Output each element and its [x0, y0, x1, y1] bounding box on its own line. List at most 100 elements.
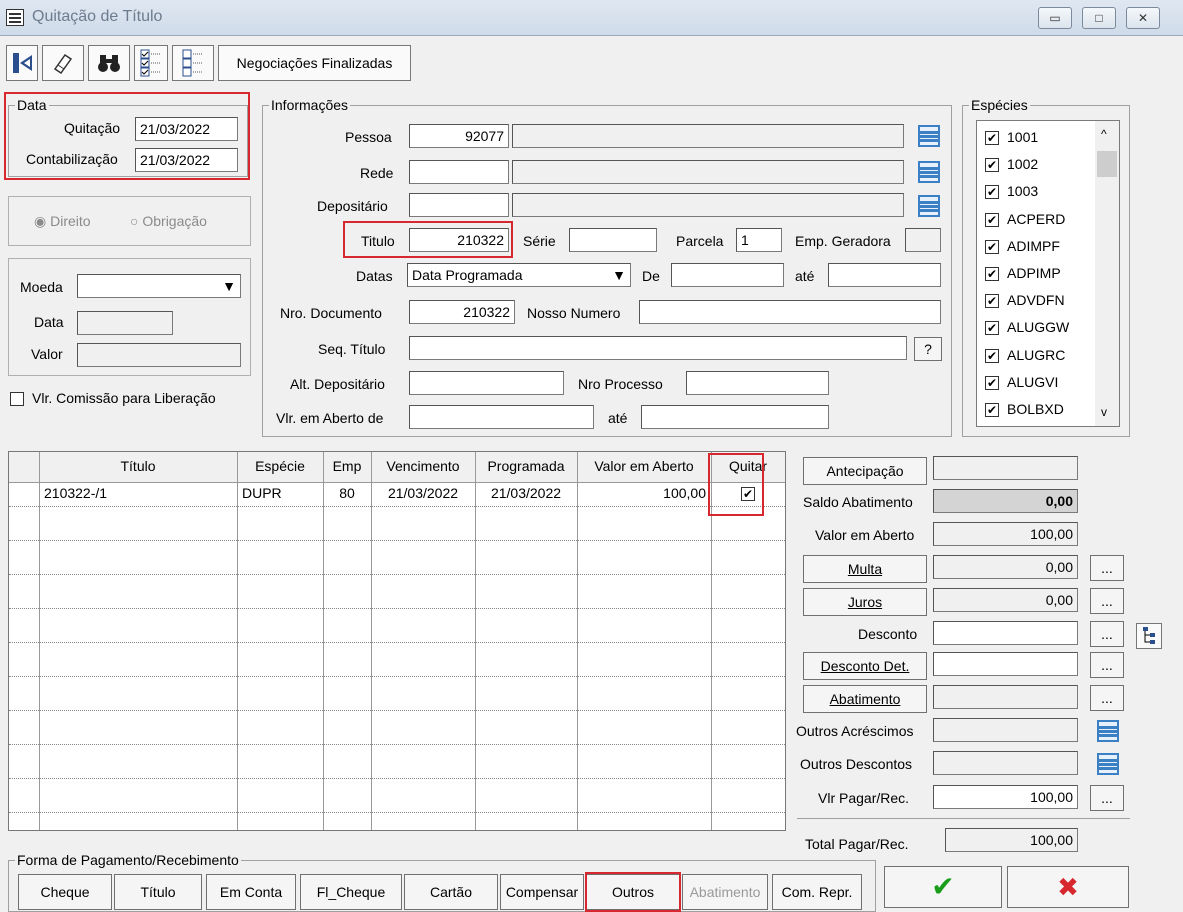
especie-checkbox[interactable]: ✔: [985, 212, 999, 227]
especie-label: ACPERD: [1007, 210, 1066, 227]
grid-row-divider: [9, 710, 785, 711]
vlr-aberto-de-input[interactable]: [409, 405, 594, 429]
tree-icon[interactable]: [1136, 623, 1162, 649]
especie-checkbox[interactable]: ✔: [985, 158, 999, 173]
pagamento-button-com-repr-[interactable]: Com. Repr.: [772, 874, 862, 910]
pessoa-code-input[interactable]: 92077: [409, 124, 509, 148]
especie-checkbox[interactable]: ✔: [985, 375, 999, 390]
nro-documento-input[interactable]: 210322: [409, 300, 515, 324]
cancel-button[interactable]: ✖: [1007, 866, 1129, 908]
maximize-button[interactable]: □: [1082, 7, 1116, 29]
seq-titulo-input[interactable]: [409, 336, 907, 360]
rede-code-input[interactable]: [409, 160, 509, 184]
serie-input[interactable]: [569, 228, 657, 252]
desconto-input[interactable]: [933, 621, 1078, 645]
multa-details-button[interactable]: ...: [1090, 555, 1124, 581]
alt-depositario-input[interactable]: [409, 371, 564, 395]
grid-header-4[interactable]: Programada: [475, 458, 577, 474]
vlr-pagar-input[interactable]: 100,00: [933, 785, 1078, 809]
pagamento-button-fl-cheque[interactable]: Fl_Cheque: [300, 874, 402, 910]
abatimento-details-button[interactable]: ...: [1090, 685, 1124, 711]
vlr-pagar-details-button[interactable]: ...: [1090, 785, 1124, 811]
especie-checkbox[interactable]: ✔: [985, 239, 999, 254]
desconto-details-button[interactable]: ...: [1090, 621, 1124, 647]
pagamento-button-t-tulo[interactable]: Título: [114, 874, 202, 910]
eraser-icon[interactable]: [42, 45, 84, 81]
data-ate-input[interactable]: [828, 263, 941, 287]
desconto-det-input[interactable]: [933, 652, 1078, 676]
select-all-icon[interactable]: [134, 45, 168, 81]
pagamento-button-cheque[interactable]: Cheque: [18, 874, 112, 910]
rede-label: Rede: [360, 165, 394, 181]
especie-checkbox[interactable]: ✔: [985, 348, 999, 363]
nosso-numero-input[interactable]: [639, 300, 941, 324]
grid-row-divider: [9, 744, 785, 745]
obrigacao-label: Obrigação: [142, 213, 207, 229]
scroll-up-icon[interactable]: ^: [1101, 127, 1107, 141]
obrigacao-radio[interactable]: ○ Obrigação: [130, 213, 207, 229]
outros-acrescimos-label: Outros Acréscimos: [796, 723, 914, 739]
datas-label: Datas: [356, 268, 393, 284]
nro-processo-input[interactable]: [686, 371, 829, 395]
pagamento-button-abatimento[interactable]: Abatimento: [682, 874, 768, 910]
especies-list: ✔ 1001 ✔ 1002 ✔ 1003 ✔ ACPERD ✔ ADIMPF ✔ ADPIMP ✔ ADV…: [976, 120, 1120, 427]
minimize-button[interactable]: ▭: [1038, 7, 1072, 29]
grid-header-0[interactable]: Título: [39, 458, 237, 474]
outros-acrescimos-list-icon[interactable]: [1097, 720, 1119, 742]
vlr-aberto-ate-label: até: [608, 410, 628, 426]
total-pagar-label: Total Pagar/Rec.: [805, 836, 909, 852]
seq-titulo-help-button[interactable]: ?: [914, 337, 942, 361]
grid-header-2[interactable]: Emp: [323, 458, 371, 474]
especie-checkbox[interactable]: ✔: [985, 185, 999, 200]
titulos-grid: Título Espécie Emp Vencimento Programada Valo…: [8, 451, 786, 831]
especie-checkbox[interactable]: ✔: [985, 294, 999, 309]
desconto-label: Desconto: [858, 626, 918, 642]
outros-descontos-list-icon[interactable]: [1097, 753, 1119, 775]
antecipacao-button[interactable]: Antecipação: [803, 457, 927, 485]
grid-header-5[interactable]: Valor em Aberto: [577, 458, 711, 474]
pagamento-button-cart-o[interactable]: Cartão: [404, 874, 498, 910]
vlr-aberto-ate-input[interactable]: [641, 405, 829, 429]
pessoa-list-icon[interactable]: [918, 125, 940, 147]
especie-checkbox[interactable]: ✔: [985, 321, 999, 336]
parcela-input[interactable]: 1: [736, 228, 782, 252]
especie-checkbox[interactable]: ✔: [985, 267, 999, 281]
depositario-list-icon[interactable]: [918, 195, 940, 217]
scroll-down-icon[interactable]: v: [1101, 405, 1107, 419]
total-pagar-value: 100,00: [945, 828, 1078, 852]
data-de-input[interactable]: [671, 263, 784, 287]
multa-button[interactable]: Multa: [803, 555, 927, 583]
datas-select-value: Data Programada: [412, 267, 523, 283]
pagamento-button-em-conta[interactable]: Em Conta: [206, 874, 296, 910]
outros-descontos-label: Outros Descontos: [800, 756, 913, 772]
binoculars-icon[interactable]: [88, 45, 130, 81]
desconto-det-button[interactable]: Desconto Det.: [803, 652, 927, 680]
serie-label: Série: [523, 233, 556, 249]
deselect-all-icon[interactable]: [172, 45, 214, 81]
moeda-select[interactable]: ▼: [77, 274, 241, 298]
especie-checkbox[interactable]: ✔: [985, 131, 999, 145]
grid-cell-titulo: 210322-/1: [44, 485, 108, 501]
juros-button[interactable]: Juros: [803, 588, 927, 616]
datas-select[interactable]: Data Programada ▼: [407, 263, 631, 287]
close-window-button[interactable]: ✕: [1126, 7, 1160, 29]
direito-radio[interactable]: ◉ Direito: [34, 213, 91, 230]
grid-header-1[interactable]: Espécie: [237, 458, 323, 474]
grid-row-divider: [9, 676, 785, 677]
especies-scrollbar[interactable]: ^ v: [1095, 121, 1119, 426]
vlr-comissao-checkbox[interactable]: [10, 392, 24, 406]
desconto-det-details-button[interactable]: ...: [1090, 652, 1124, 678]
grid-header-3[interactable]: Vencimento: [371, 458, 475, 474]
grid-row-divider: [9, 608, 785, 609]
juros-details-button[interactable]: ...: [1090, 588, 1124, 614]
abatimento-button[interactable]: Abatimento: [803, 685, 927, 713]
exit-icon[interactable]: [6, 45, 38, 81]
pagamento-button-compensar[interactable]: Compensar: [500, 874, 584, 910]
especie-checkbox[interactable]: ✔: [985, 403, 999, 417]
confirm-button[interactable]: ✔: [884, 866, 1002, 908]
negociacoes-finalizadas-button[interactable]: Negociações Finalizadas: [218, 45, 411, 81]
rede-list-icon[interactable]: [918, 161, 940, 183]
depositario-code-input[interactable]: [409, 193, 509, 217]
table-row[interactable]: 210322-/1 DUPR 80 21/03/2022 21/03/2022 100,0…: [9, 483, 785, 506]
scroll-thumb[interactable]: [1097, 151, 1117, 177]
